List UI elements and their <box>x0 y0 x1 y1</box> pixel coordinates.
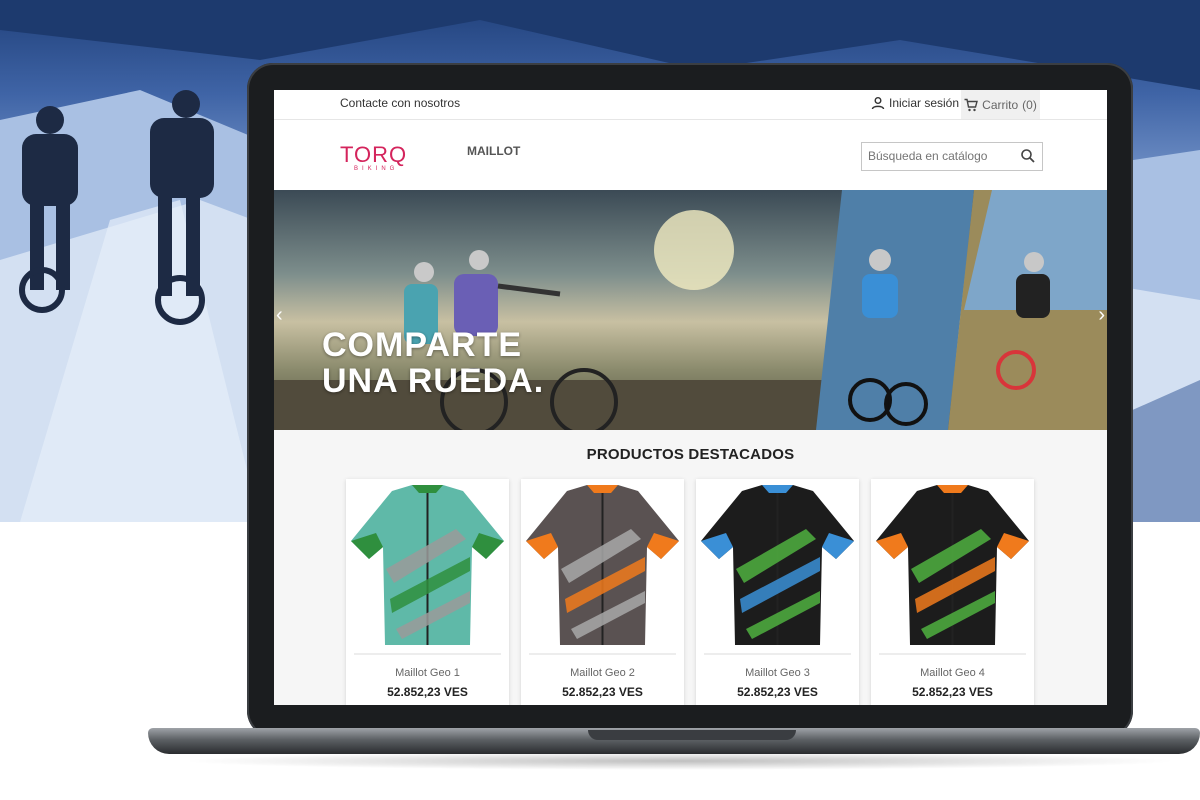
contact-link[interactable]: Contacte con nosotros <box>340 96 460 110</box>
logo-text: TORQ <box>340 142 408 167</box>
product-image[interactable] <box>346 479 509 651</box>
user-icon <box>871 97 885 110</box>
carousel-next-icon[interactable]: › <box>1098 304 1105 327</box>
cart-label: Carrito <box>982 97 1019 112</box>
card-divider <box>529 653 676 655</box>
product-list: Maillot Geo 1 52.852,23 VES Maillot Geo 2 5… <box>346 479 1034 705</box>
card-divider <box>879 653 1026 655</box>
site-header: TORQ BIKING MAILLOT <box>274 120 1107 190</box>
product-image[interactable] <box>521 479 684 651</box>
top-nav-bar: Contacte con nosotros Iniciar sesión Car… <box>274 90 1107 120</box>
carousel-prev-icon[interactable]: ‹ <box>276 304 283 327</box>
product-name[interactable]: Maillot Geo 3 <box>696 667 859 679</box>
product-card[interactable]: Maillot Geo 2 52.852,23 VES <box>521 479 684 705</box>
signin-label: Iniciar sesión <box>889 96 960 110</box>
product-card[interactable]: Maillot Geo 4 52.852,23 VES <box>871 479 1034 705</box>
logo[interactable]: TORQ BIKING <box>340 142 408 173</box>
hero-line-2: UNA RUEDA. <box>322 362 545 400</box>
product-name[interactable]: Maillot Geo 4 <box>871 667 1034 679</box>
laptop-notch <box>588 730 796 740</box>
laptop-shadow <box>180 752 1180 770</box>
menu-item-maillot[interactable]: MAILLOT <box>467 144 520 158</box>
hero-carousel[interactable]: COMPARTE UNA RUEDA. ‹ › <box>274 190 1107 430</box>
product-price: 52.852,23 VES <box>912 685 993 699</box>
search-box <box>861 142 1043 171</box>
product-name[interactable]: Maillot Geo 2 <box>521 667 684 679</box>
product-image[interactable] <box>871 479 1034 651</box>
product-price: 52.852,23 VES <box>387 685 468 699</box>
signin-link[interactable]: Iniciar sesión <box>871 96 959 110</box>
product-price: 52.852,23 VES <box>562 685 643 699</box>
product-card[interactable]: Maillot Geo 1 52.852,23 VES <box>346 479 509 705</box>
product-name[interactable]: Maillot Geo 1 <box>346 667 509 679</box>
card-divider <box>354 653 501 655</box>
hero-line-1: COMPARTE <box>322 326 523 364</box>
cart-button[interactable]: Carrito (0) <box>961 90 1040 119</box>
product-card[interactable]: Maillot Geo 3 52.852,23 VES <box>696 479 859 705</box>
search-input[interactable] <box>862 143 1019 168</box>
laptop-screen: Contacte con nosotros Iniciar sesión Car… <box>274 90 1107 705</box>
cart-count: (0) <box>1022 97 1037 112</box>
product-price: 52.852,23 VES <box>737 685 818 699</box>
product-image[interactable] <box>696 479 859 651</box>
search-icon[interactable] <box>1020 148 1036 164</box>
card-divider <box>704 653 851 655</box>
cart-icon <box>964 98 979 111</box>
featured-title: PRODUCTOS DESTACADOS <box>586 446 795 463</box>
hero-headline: COMPARTE UNA RUEDA. <box>322 327 544 399</box>
